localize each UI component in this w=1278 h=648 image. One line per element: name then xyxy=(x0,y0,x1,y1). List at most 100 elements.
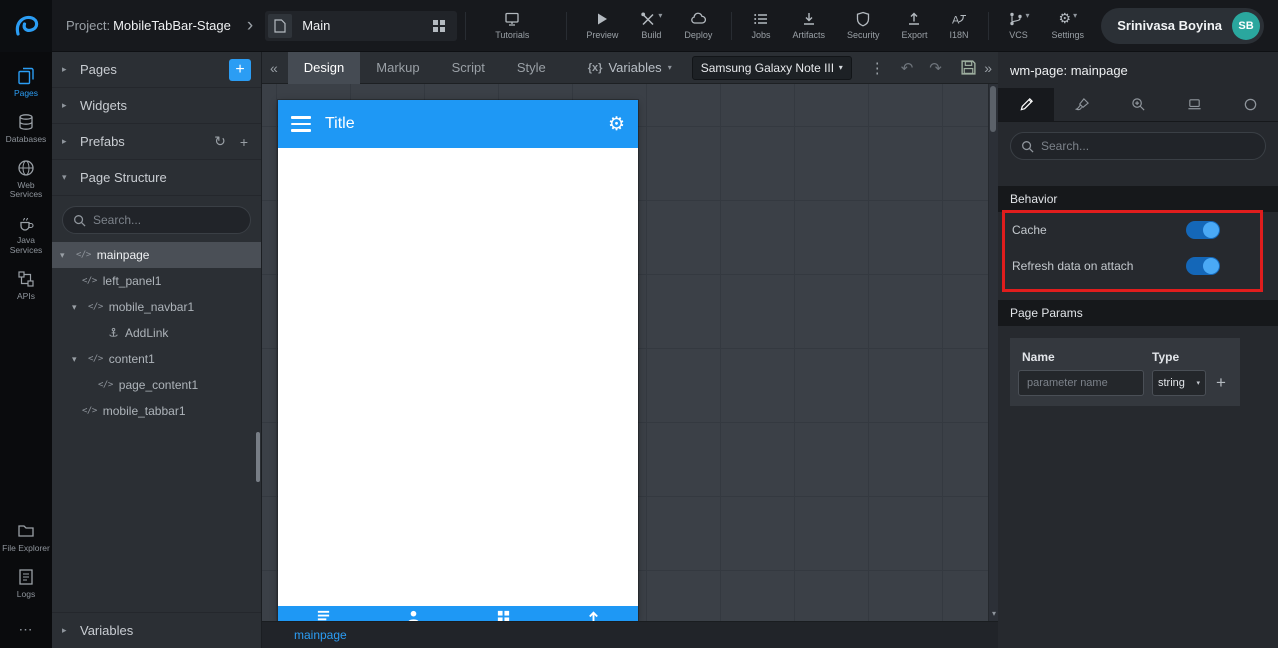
open-page-tab-mainpage[interactable]: mainpage xyxy=(294,628,347,642)
tab-inspect[interactable] xyxy=(1110,88,1166,121)
refresh-data-toggle[interactable] xyxy=(1186,257,1220,275)
device-select[interactable]: Samsung Galaxy Note III ▾ xyxy=(691,55,852,80)
security-icon xyxy=(855,11,871,27)
menu-settings[interactable]: ⚙ ▾ Settings xyxy=(1041,11,1096,40)
redo-button[interactable]: ↷ xyxy=(929,59,942,77)
rail-item-java-services[interactable]: Java Services xyxy=(0,207,52,263)
menu-security[interactable]: Security xyxy=(836,11,891,40)
tree-item-addlink[interactable]: AddLink xyxy=(52,320,261,346)
rail-item-apis[interactable]: APIs xyxy=(0,263,52,309)
tab-style[interactable]: Style xyxy=(501,52,562,84)
tab-conditional[interactable] xyxy=(1222,88,1278,121)
add-prefab-button[interactable]: + xyxy=(237,134,251,150)
widget-tree: ▾ </> mainpage </> left_panel1 ▾ </> mob… xyxy=(52,242,261,424)
behavior-section-header[interactable]: Behavior xyxy=(998,186,1278,212)
cache-toggle[interactable] xyxy=(1186,221,1220,239)
tab-markup[interactable]: Markup xyxy=(360,52,435,84)
user-menu[interactable]: Srinivasa Boyina SB xyxy=(1101,7,1264,44)
logs-icon xyxy=(17,568,35,586)
save-button[interactable] xyxy=(960,59,977,76)
tab-properties[interactable] xyxy=(998,88,1054,121)
canvas-scrollbar[interactable]: ▾ xyxy=(988,84,998,621)
caret-down-icon: ▾ xyxy=(838,63,843,72)
rail-item-pages[interactable]: Pages xyxy=(0,60,52,106)
collapse-left-panel-button[interactable]: « xyxy=(270,60,278,76)
page-selector[interactable]: Main xyxy=(265,10,458,41)
deploy-icon xyxy=(690,11,707,27)
tree-item-mobile-tabbar1[interactable]: </> mobile_tabbar1 xyxy=(52,398,261,424)
tree-item-page-content1[interactable]: </> page_content1 xyxy=(52,372,261,398)
tree-item-mobile-navbar1[interactable]: ▾ </> mobile_navbar1 xyxy=(52,294,261,320)
tab-script[interactable]: Script xyxy=(436,52,501,84)
rail-item-web-services[interactable]: Web Services xyxy=(0,152,52,208)
project-title: Project: MobileTabBar-Stage xyxy=(66,18,231,33)
structure-search-input[interactable] xyxy=(93,213,240,227)
gear-icon[interactable]: ⚙ xyxy=(608,115,625,134)
undo-button[interactable]: ↶ xyxy=(901,59,914,77)
left-panel: ▸ Pages + ▸ Widgets ▸ Prefabs ↻ + ▾ Page… xyxy=(52,52,262,648)
scroll-down-arrow-icon[interactable]: ▾ xyxy=(989,609,998,618)
tab-device[interactable] xyxy=(1166,88,1222,121)
toggle-knob xyxy=(1203,222,1219,238)
chevron-right-icon[interactable]: › xyxy=(247,16,253,35)
tab-design[interactable]: Design xyxy=(287,51,361,84)
menu-build[interactable]: ▾ Build xyxy=(629,11,673,41)
page-params-table: Name Type string ▾ + xyxy=(1010,338,1240,406)
param-type-select[interactable]: string ▾ xyxy=(1152,370,1206,396)
export-icon xyxy=(906,11,922,27)
menu-tutorials[interactable]: Tutorials xyxy=(484,11,540,40)
structure-search[interactable] xyxy=(62,206,251,234)
vcs-icon: ▾ xyxy=(1008,11,1030,27)
anchor-icon xyxy=(108,327,119,339)
properties-search-input[interactable] xyxy=(1041,139,1255,153)
selected-widget-title: wm-page: mainpage xyxy=(1010,62,1128,78)
hamburger-menu-icon[interactable] xyxy=(291,116,311,132)
menu-artifacts[interactable]: Artifacts xyxy=(781,11,836,40)
menu-preview[interactable]: Preview xyxy=(575,11,629,40)
design-canvas[interactable]: Title ⚙ ▾ xyxy=(262,84,998,621)
caret-down-icon: ▾ xyxy=(1025,11,1030,20)
variables-button[interactable]: {x} Variables ▾ xyxy=(588,60,672,75)
wavemaker-logo[interactable] xyxy=(0,0,52,52)
panel-scrollbar[interactable] xyxy=(256,432,260,482)
refresh-icon[interactable]: ↻ xyxy=(211,133,229,150)
menu-export[interactable]: Export xyxy=(890,11,938,40)
properties-search[interactable] xyxy=(1010,132,1266,160)
section-page-structure[interactable]: ▾ Page Structure xyxy=(52,160,261,196)
tree-item-left-panel1[interactable]: </> left_panel1 xyxy=(52,268,261,294)
rail-item-databases[interactable]: Databases xyxy=(0,106,52,152)
search-icon xyxy=(73,214,86,227)
section-widgets[interactable]: ▸ Widgets xyxy=(52,88,261,124)
section-prefabs[interactable]: ▸ Prefabs ↻ + xyxy=(52,124,261,160)
page-title[interactable]: Title xyxy=(325,115,608,133)
collapse-right-panel-button[interactable]: » xyxy=(984,60,992,76)
project-label: Project: xyxy=(66,18,111,33)
mobile-tabbar-widget[interactable] xyxy=(278,606,638,621)
scrollbar-thumb[interactable] xyxy=(990,86,996,132)
menu-i18n[interactable]: A I18N xyxy=(939,11,980,41)
column-type: Type xyxy=(1152,350,1180,364)
pages-icon xyxy=(17,67,35,85)
phone-preview[interactable]: Title ⚙ xyxy=(278,100,638,621)
page-content-widget[interactable] xyxy=(278,148,638,606)
tab-styles[interactable] xyxy=(1054,88,1110,121)
section-variables[interactable]: ▸ Variables xyxy=(52,612,261,648)
param-name-input[interactable] xyxy=(1018,370,1144,396)
section-pages[interactable]: ▸ Pages + xyxy=(52,52,261,88)
rail-item-logs[interactable]: Logs xyxy=(0,561,52,607)
more-menu-icon[interactable]: ⋮ xyxy=(870,59,885,77)
add-param-button[interactable]: + xyxy=(1216,373,1226,393)
mobile-navbar-widget[interactable]: Title ⚙ xyxy=(278,100,638,148)
tree-item-mainpage[interactable]: ▾ </> mainpage xyxy=(52,242,261,268)
page-params-section-header[interactable]: Page Params xyxy=(998,300,1278,326)
widget-icon: </> xyxy=(82,406,97,416)
rail-item-file-explorer[interactable]: File Explorer xyxy=(0,515,52,561)
more-options-icon[interactable]: ⋯ xyxy=(19,621,34,638)
search-icon xyxy=(1021,140,1034,153)
grid-icon[interactable] xyxy=(432,19,446,33)
menu-jobs[interactable]: Jobs xyxy=(740,11,781,40)
menu-deploy[interactable]: Deploy xyxy=(673,11,723,40)
menu-vcs[interactable]: ▾ VCS xyxy=(997,11,1041,41)
add-page-button[interactable]: + xyxy=(229,58,251,81)
tree-item-content1[interactable]: ▾ </> content1 xyxy=(52,346,261,372)
